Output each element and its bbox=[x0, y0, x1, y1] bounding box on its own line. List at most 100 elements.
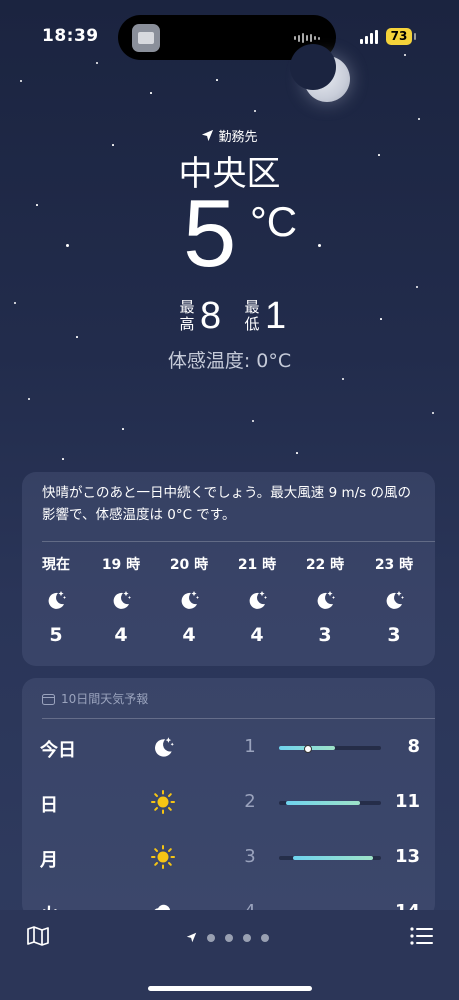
low-value: 1 bbox=[265, 295, 287, 337]
moon-stars-icon bbox=[227, 588, 287, 612]
hour-temp: 4 bbox=[114, 624, 128, 646]
star bbox=[252, 420, 254, 422]
star bbox=[216, 79, 218, 81]
calendar-icon bbox=[42, 693, 55, 705]
divider bbox=[42, 541, 435, 542]
moon-shadow bbox=[290, 44, 336, 90]
divider bbox=[42, 718, 435, 719]
status-time: 18:39 bbox=[42, 26, 99, 46]
hour-temp: 5 bbox=[49, 624, 63, 646]
star bbox=[150, 92, 152, 94]
star bbox=[296, 452, 298, 454]
forecast-row[interactable]: 今日 1 8 bbox=[22, 728, 435, 768]
forecast-high: 11 bbox=[394, 791, 420, 812]
forecast-day: 月 bbox=[40, 850, 58, 871]
star bbox=[254, 110, 256, 112]
moon-stars-icon bbox=[364, 588, 424, 612]
forecast-day: 今日 bbox=[40, 740, 76, 761]
home-indicator[interactable] bbox=[148, 986, 312, 991]
star bbox=[416, 286, 418, 288]
moon-stars-icon bbox=[295, 588, 355, 612]
location-arrow-icon bbox=[186, 932, 197, 943]
page-indicator[interactable] bbox=[186, 932, 269, 943]
forecast-high: 13 bbox=[394, 846, 420, 867]
hour-label: 19 時 bbox=[101, 557, 141, 573]
hour-item: 20 時 4 bbox=[159, 554, 219, 646]
ten-day-forecast-card[interactable]: 10日間天気予報 今日 1 8 日 2 11 月 3 13 火 4 bbox=[22, 678, 435, 926]
star bbox=[62, 458, 64, 460]
weather-app-screen: { "status_bar": { "time": "18:39", "batt… bbox=[0, 0, 459, 1000]
now-playing-thumbnail bbox=[132, 24, 160, 52]
hour-temp: 4 bbox=[250, 624, 264, 646]
temperature-range-fill bbox=[286, 801, 360, 805]
star bbox=[380, 318, 382, 320]
current-temperature: 5 bbox=[183, 180, 237, 287]
moon-stars-icon bbox=[91, 588, 151, 612]
star bbox=[76, 336, 78, 338]
battery-indicator: 73 bbox=[386, 28, 416, 45]
audio-wave-icon bbox=[294, 33, 320, 43]
low-label-bottom: 低 bbox=[244, 315, 260, 333]
high-label-bottom: 高 bbox=[179, 315, 195, 333]
forecast-low: 2 bbox=[244, 791, 256, 812]
hour-label: 22 時 bbox=[305, 557, 345, 573]
star bbox=[36, 204, 38, 206]
hour-item: 22 時 3 bbox=[295, 554, 355, 646]
moon-stars-icon bbox=[159, 588, 219, 612]
sun-icon bbox=[150, 844, 176, 874]
star bbox=[20, 80, 22, 82]
temperature-range-bar bbox=[279, 745, 381, 753]
temperature-range-bar bbox=[279, 856, 381, 860]
hour-item: 現在 5 bbox=[26, 554, 86, 646]
forecast-title: 10日間天気予報 bbox=[61, 692, 149, 706]
location-label: 勤務先 bbox=[218, 130, 258, 145]
hour-label: 23 時 bbox=[374, 557, 414, 573]
star bbox=[432, 412, 434, 414]
high-label-top: 最 bbox=[179, 298, 195, 316]
weather-summary: 快晴がこのあと一日中続くでしょう。最大風速 9 m/s の風の影響で、体感温度は… bbox=[42, 485, 411, 523]
page-dot bbox=[207, 933, 215, 942]
hour-temp: 4 bbox=[182, 624, 196, 646]
forecast-low: 1 bbox=[244, 736, 256, 757]
hour-temp: 3 bbox=[318, 624, 332, 646]
moon-stars-icon bbox=[150, 734, 176, 764]
page-dot bbox=[261, 933, 269, 942]
map-icon[interactable] bbox=[26, 924, 50, 952]
forecast-header: 10日間天気予報 bbox=[42, 690, 148, 707]
temperature-range-bar bbox=[279, 801, 381, 805]
star bbox=[66, 244, 69, 247]
hour-item: 23 時 3 bbox=[364, 554, 424, 646]
bottom-toolbar bbox=[0, 910, 459, 1000]
hour-item: 21 時 4 bbox=[227, 554, 287, 646]
hourly-forecast-card[interactable]: 快晴がこのあと一日中続くでしょう。最大風速 9 m/s の風の影響で、体感温度は… bbox=[22, 472, 435, 666]
high-label: 最 高 bbox=[178, 299, 196, 333]
hour-label: 21 時 bbox=[237, 557, 277, 573]
sun-icon bbox=[150, 789, 176, 819]
page-dot bbox=[243, 933, 251, 942]
forecast-row[interactable]: 月 3 13 bbox=[22, 838, 435, 878]
star bbox=[122, 428, 124, 430]
current-temperature-dot bbox=[304, 745, 312, 753]
star bbox=[28, 398, 30, 400]
high-value: 8 bbox=[200, 295, 222, 337]
star bbox=[342, 378, 344, 380]
location-arrow-icon bbox=[202, 129, 214, 142]
star bbox=[14, 302, 16, 304]
forecast-row[interactable]: 日 2 11 bbox=[22, 783, 435, 823]
moon-stars-icon bbox=[26, 588, 86, 612]
list-icon[interactable] bbox=[410, 926, 434, 950]
star bbox=[318, 244, 321, 247]
hour-temp: 3 bbox=[387, 624, 401, 646]
cellular-signal-icon bbox=[360, 30, 378, 44]
temperature-unit: °C bbox=[250, 198, 298, 245]
page-dot bbox=[225, 933, 233, 942]
status-bar: 18:39 73 bbox=[0, 0, 459, 60]
forecast-day: 日 bbox=[40, 795, 58, 816]
hour-item: 19 時 4 bbox=[91, 554, 151, 646]
forecast-low: 3 bbox=[244, 846, 256, 867]
forecast-high: 8 bbox=[407, 736, 420, 757]
hour-label: 現在 bbox=[42, 557, 70, 573]
feels-like: 体感温度: 0°C bbox=[167, 350, 292, 372]
location-subtitle: 勤務先 bbox=[0, 126, 459, 145]
temperature-range-fill bbox=[293, 856, 373, 860]
